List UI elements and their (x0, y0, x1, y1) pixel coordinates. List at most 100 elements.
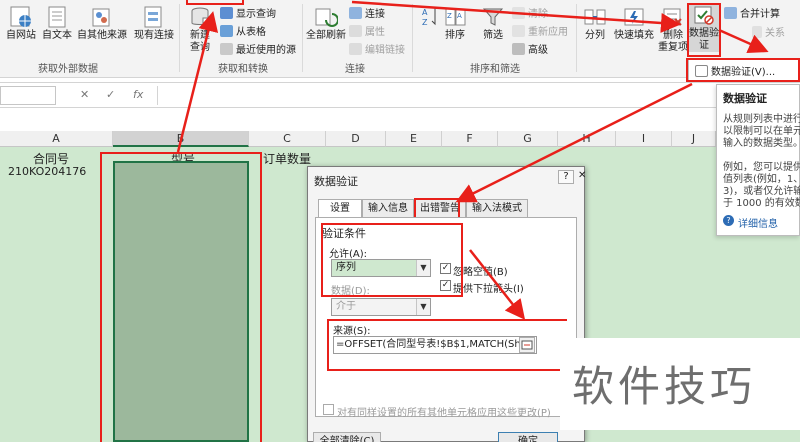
svg-text:Z: Z (447, 12, 452, 20)
highlight-error-tab (414, 198, 460, 219)
database-icon (188, 6, 212, 28)
column-header-a[interactable]: A (0, 131, 113, 147)
consolidate-button[interactable]: 合并计算 (724, 5, 780, 20)
fx-icon[interactable]: fx (133, 88, 143, 101)
tooltip-line: 于 1000 的有效数 (723, 198, 800, 209)
sort-az-icon[interactable]: AZ (420, 6, 442, 30)
more-info-link[interactable]: 详细信息 (738, 215, 798, 230)
column-header-h[interactable]: H (558, 131, 616, 147)
advanced-filter-icon (512, 42, 525, 55)
help-circle-icon: ? (723, 215, 734, 226)
link-icon (349, 6, 362, 19)
edit-links-icon (349, 42, 362, 55)
data-select[interactable]: 介于 ▼ (331, 298, 431, 316)
flash-fill-icon (622, 6, 646, 28)
highlight-column-b (100, 152, 262, 442)
properties-button[interactable]: 属性 (349, 23, 385, 38)
globe-icon (9, 6, 33, 28)
group-separator (412, 4, 413, 72)
funnel-icon (481, 6, 505, 28)
connections-button[interactable]: 连接 (349, 5, 385, 20)
show-queries-button[interactable]: 显示查询 (220, 5, 276, 20)
edit-links-button[interactable]: 编辑链接 (349, 41, 405, 56)
remove-duplicates-button[interactable]: 删除 重复项 (657, 6, 689, 54)
refresh-all-button[interactable]: 全部刷新 (306, 6, 346, 42)
column-header-b[interactable]: B (113, 131, 249, 147)
column-header-c[interactable]: C (249, 131, 326, 147)
tab-settings[interactable]: 设置 (318, 199, 362, 218)
relationships-icon (752, 25, 762, 38)
reapply-icon (512, 24, 525, 37)
column-header-i[interactable]: I (616, 131, 672, 147)
table-icon (220, 6, 233, 19)
existing-connections-button[interactable]: 现有连接 (132, 6, 176, 42)
cell-a2[interactable]: 210KO204176 (8, 165, 86, 178)
ok-button[interactable]: 确定 (498, 432, 558, 442)
text-to-columns-button[interactable]: 分列 (580, 6, 610, 42)
highlight-source (327, 319, 567, 371)
properties-icon (349, 24, 362, 37)
svg-text:Z: Z (422, 18, 428, 27)
group-separator (179, 4, 180, 72)
from-table-button[interactable]: 从表格 (220, 23, 266, 38)
clear-icon (512, 6, 525, 19)
ribbon: 自网站 自文本 自其他来源 现有连接 获取外部数据 新建 查询 显示查询 从表格 (0, 0, 800, 78)
tooltip-line: 输入的数据类型。 (723, 138, 800, 149)
column-header-e[interactable]: E (386, 131, 442, 147)
formula-input[interactable] (157, 86, 717, 105)
group-separator (302, 4, 303, 72)
filter-button[interactable]: 筛选 (478, 6, 508, 42)
column-header-f[interactable]: F (442, 131, 498, 147)
dropdown-arrow-label: 提供下拉箭头(I) (453, 284, 524, 295)
flash-fill-button[interactable]: 快速填充 (612, 6, 656, 42)
other-sources-icon (90, 6, 114, 28)
highlight-validation-button (687, 3, 721, 57)
from-text-button[interactable]: 自文本 (40, 6, 74, 42)
refresh-icon (314, 6, 339, 28)
consolidate-icon (724, 6, 737, 19)
highlight-top (186, 0, 244, 5)
connections-file-icon (142, 6, 166, 28)
highlight-validation-menu (686, 58, 800, 82)
clear-button[interactable]: 清除 (512, 5, 548, 20)
name-box[interactable] (0, 86, 56, 105)
group-label-connections: 连接 (345, 64, 365, 75)
enter-icon[interactable]: ✓ (106, 88, 115, 101)
from-web-button[interactable]: 自网站 (4, 6, 38, 42)
text-file-icon (45, 6, 69, 28)
svg-text:A: A (457, 12, 462, 20)
dialog-title: 数据验证 (314, 175, 358, 188)
remove-duplicates-icon (661, 6, 685, 28)
highlight-criteria (321, 223, 463, 297)
from-other-sources-button[interactable]: 自其他来源 (76, 6, 128, 42)
formula-bar: ✕ ✓ fx (0, 82, 800, 108)
recent-sources-button[interactable]: 最近使用的源 (220, 41, 296, 56)
relationships-button[interactable]: 关系 (752, 24, 785, 39)
chevron-down-icon: ▼ (416, 299, 430, 315)
apply-all-checkbox[interactable] (323, 404, 334, 415)
column-header-d[interactable]: D (326, 131, 386, 147)
cell-c1[interactable]: 订单数量 (263, 150, 311, 167)
advanced-button[interactable]: 高级 (512, 41, 548, 56)
tab-ime-mode[interactable]: 输入法模式 (466, 199, 528, 217)
svg-text:A: A (422, 8, 428, 17)
sort-button[interactable]: ZA 排序 (440, 6, 470, 42)
group-label-sort: 排序和筛选 (470, 64, 520, 75)
close-button[interactable]: ✕ (578, 170, 586, 181)
group-label-transform: 获取和转换 (218, 64, 268, 75)
reapply-button[interactable]: 重新应用 (512, 23, 568, 38)
help-button[interactable]: ? (558, 170, 574, 184)
tooltip-title: 数据验证 (723, 92, 767, 105)
group-label-external: 获取外部数据 (38, 64, 98, 75)
column-header-g[interactable]: G (498, 131, 558, 147)
cancel-icon[interactable]: ✕ (80, 88, 89, 101)
watermark-text: 软件技巧 (572, 362, 757, 411)
column-header-j[interactable]: J (672, 131, 716, 147)
new-query-button[interactable]: 新建 查询 (184, 6, 216, 54)
group-separator (576, 4, 577, 72)
tab-input-message[interactable]: 输入信息 (362, 199, 414, 217)
clock-icon (220, 42, 233, 55)
clear-all-button[interactable]: 全部清除(C) (313, 432, 381, 442)
grid-icon (220, 24, 233, 37)
split-icon (583, 6, 607, 28)
